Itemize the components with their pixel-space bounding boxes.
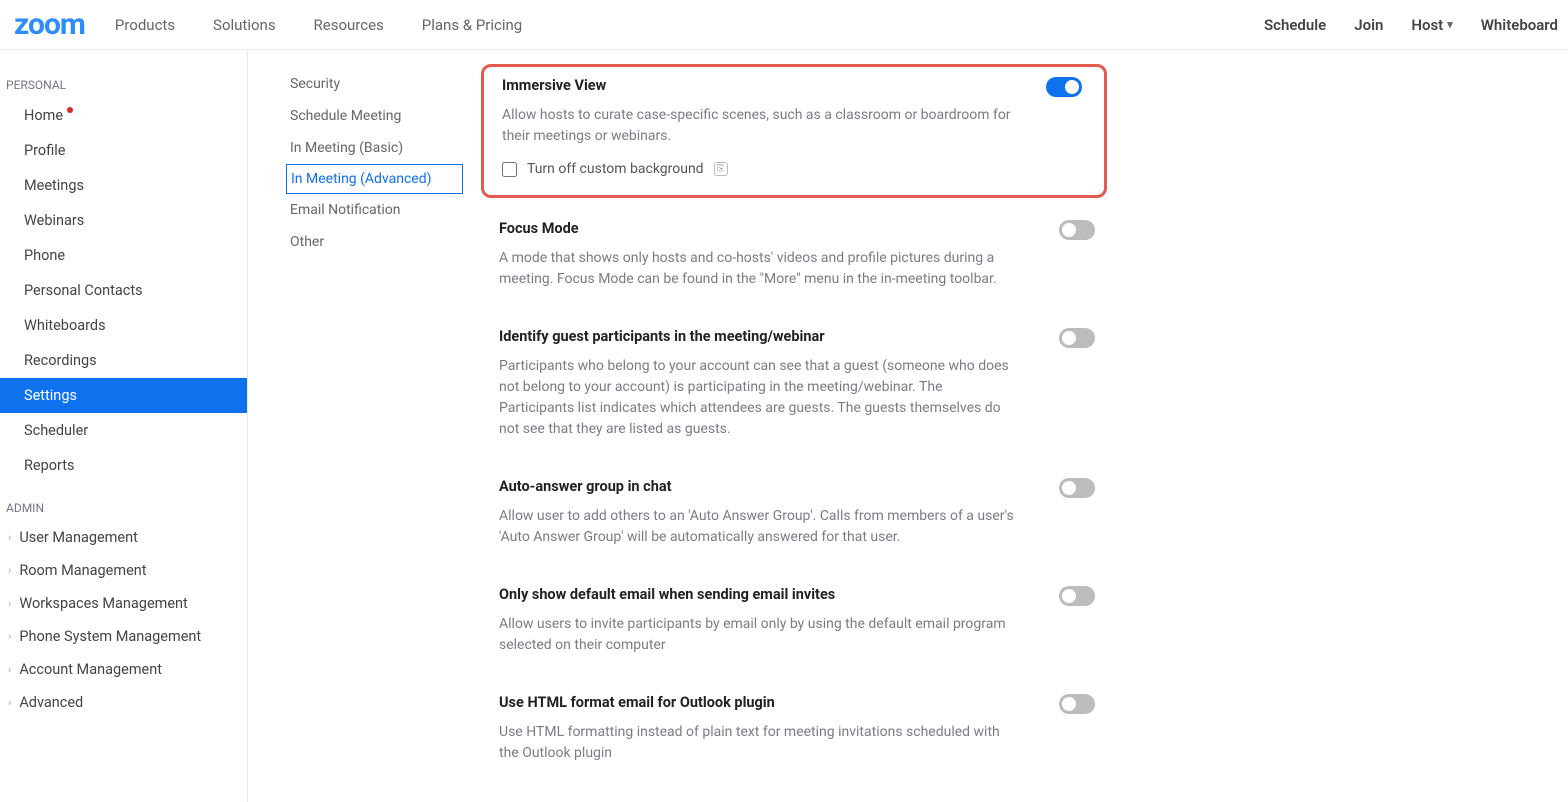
sidebar-item-personal-contacts[interactable]: Personal Contacts <box>0 273 247 308</box>
setting-only-show-default-email-when-sending-email-invites: Only show default email when sending ema… <box>481 586 1107 684</box>
toggle-switch[interactable] <box>1059 478 1095 498</box>
topnav-left: Products Solutions Resources Plans & Pri… <box>115 15 556 34</box>
toggle-switch[interactable] <box>1059 694 1095 714</box>
subnav-email-notification[interactable]: Email Notification <box>286 194 463 226</box>
setting-description: Use HTML formatting instead of plain tex… <box>499 722 1019 764</box>
toggle-switch[interactable] <box>1059 586 1095 606</box>
info-icon[interactable]: ⎘ <box>714 162 728 176</box>
toggle-switch[interactable] <box>1059 220 1095 240</box>
nav-products[interactable]: Products <box>115 16 175 34</box>
sidebar-item-scheduler[interactable]: Scheduler <box>0 413 247 448</box>
chevron-down-icon: ▾ <box>1447 18 1453 31</box>
sidebar-item-home[interactable]: Home <box>0 98 247 133</box>
setting-description: Allow user to add others to an 'Auto Ans… <box>499 506 1019 548</box>
admin-section-label: ADMIN <box>0 493 247 521</box>
chevron-right-icon: › <box>8 564 11 577</box>
settings-content: Immersive View Allow hosts to curate case… <box>463 50 1568 802</box>
nav-schedule[interactable]: Schedule <box>1264 16 1326 34</box>
setting-title: Auto-answer group in chat <box>499 478 671 495</box>
sidebar-item-profile[interactable]: Profile <box>0 133 247 168</box>
setting-immersive-view: Immersive View Allow hosts to curate case… <box>481 64 1107 198</box>
setting-title: Focus Mode <box>499 220 579 237</box>
admin-item-advanced[interactable]: ›Advanced <box>0 686 247 719</box>
admin-item-account-management[interactable]: ›Account Management <box>0 653 247 686</box>
subnav-other[interactable]: Other <box>286 226 463 258</box>
nav-whiteboard[interactable]: Whiteboard <box>1481 16 1558 34</box>
setting-identify-guest-participants-in-the-meeting-webinar: Identify guest participants in the meeti… <box>481 328 1107 468</box>
admin-item-workspaces-management[interactable]: ›Workspaces Management <box>0 587 247 620</box>
chevron-right-icon: › <box>8 630 11 643</box>
chevron-right-icon: › <box>8 696 11 709</box>
nav-resources[interactable]: Resources <box>314 16 384 34</box>
setting-title: Only show default email when sending ema… <box>499 586 835 603</box>
sidebar-item-meetings[interactable]: Meetings <box>0 168 247 203</box>
topbar: zoom Products Solutions Resources Plans … <box>0 0 1568 50</box>
sidebar-item-phone[interactable]: Phone <box>0 238 247 273</box>
checkbox-label: Turn off custom background <box>527 161 704 177</box>
sidebar-item-whiteboards[interactable]: Whiteboards <box>0 308 247 343</box>
notification-dot-icon <box>67 107 73 113</box>
subnav-security[interactable]: Security <box>286 68 463 100</box>
toggle-switch[interactable] <box>1059 328 1095 348</box>
checkbox-turn-off-custom-background[interactable] <box>502 162 517 177</box>
settings-subnav: SecuritySchedule MeetingIn Meeting (Basi… <box>248 50 463 802</box>
personal-section-label: PERSONAL <box>0 70 247 98</box>
left-sidebar: PERSONAL HomeProfileMeetingsWebinarsPhon… <box>0 50 248 802</box>
chevron-right-icon: › <box>8 663 11 676</box>
setting-title: Identify guest participants in the meeti… <box>499 328 825 345</box>
chevron-right-icon: › <box>8 597 11 610</box>
subnav-schedule-meeting[interactable]: Schedule Meeting <box>286 100 463 132</box>
nav-solutions[interactable]: Solutions <box>213 16 276 34</box>
sidebar-item-reports[interactable]: Reports <box>0 448 247 483</box>
subnav-in-meeting-advanced-[interactable]: In Meeting (Advanced) <box>286 164 463 194</box>
admin-item-phone-system-management[interactable]: ›Phone System Management <box>0 620 247 653</box>
setting-description: Participants who belong to your account … <box>499 356 1019 440</box>
nav-host[interactable]: Host▾ <box>1411 16 1452 34</box>
sidebar-item-webinars[interactable]: Webinars <box>0 203 247 238</box>
setting-use-html-format-email-for-outlook-plugin: Use HTML format email for Outlook plugin… <box>481 694 1107 792</box>
setting-description: Allow users to invite participants by em… <box>499 614 1019 656</box>
nav-plans-pricing[interactable]: Plans & Pricing <box>422 16 522 34</box>
setting-description: A mode that shows only hosts and co-host… <box>499 248 1019 290</box>
sidebar-item-settings[interactable]: Settings <box>0 378 247 413</box>
checkbox-row: Turn off custom background ⎘ <box>502 161 1094 177</box>
setting-focus-mode: Focus Mode A mode that shows only hosts a… <box>481 220 1107 318</box>
toggle-switch[interactable] <box>1046 77 1082 97</box>
admin-item-user-management[interactable]: ›User Management <box>0 521 247 554</box>
sidebar-item-recordings[interactable]: Recordings <box>0 343 247 378</box>
chevron-right-icon: › <box>8 531 11 544</box>
nav-join[interactable]: Join <box>1354 16 1383 34</box>
setting-title: Use HTML format email for Outlook plugin <box>499 694 775 711</box>
setting-auto-answer-group-in-chat: Auto-answer group in chat Allow user to a… <box>481 478 1107 576</box>
subnav-in-meeting-basic-[interactable]: In Meeting (Basic) <box>286 132 463 164</box>
setting-description: Allow hosts to curate case-specific scen… <box>502 105 1022 147</box>
topnav-right: Schedule Join Host▾ Whiteboard <box>1264 16 1558 34</box>
zoom-logo: zoom <box>14 7 85 42</box>
admin-item-room-management[interactable]: ›Room Management <box>0 554 247 587</box>
setting-title: Immersive View <box>502 77 606 94</box>
